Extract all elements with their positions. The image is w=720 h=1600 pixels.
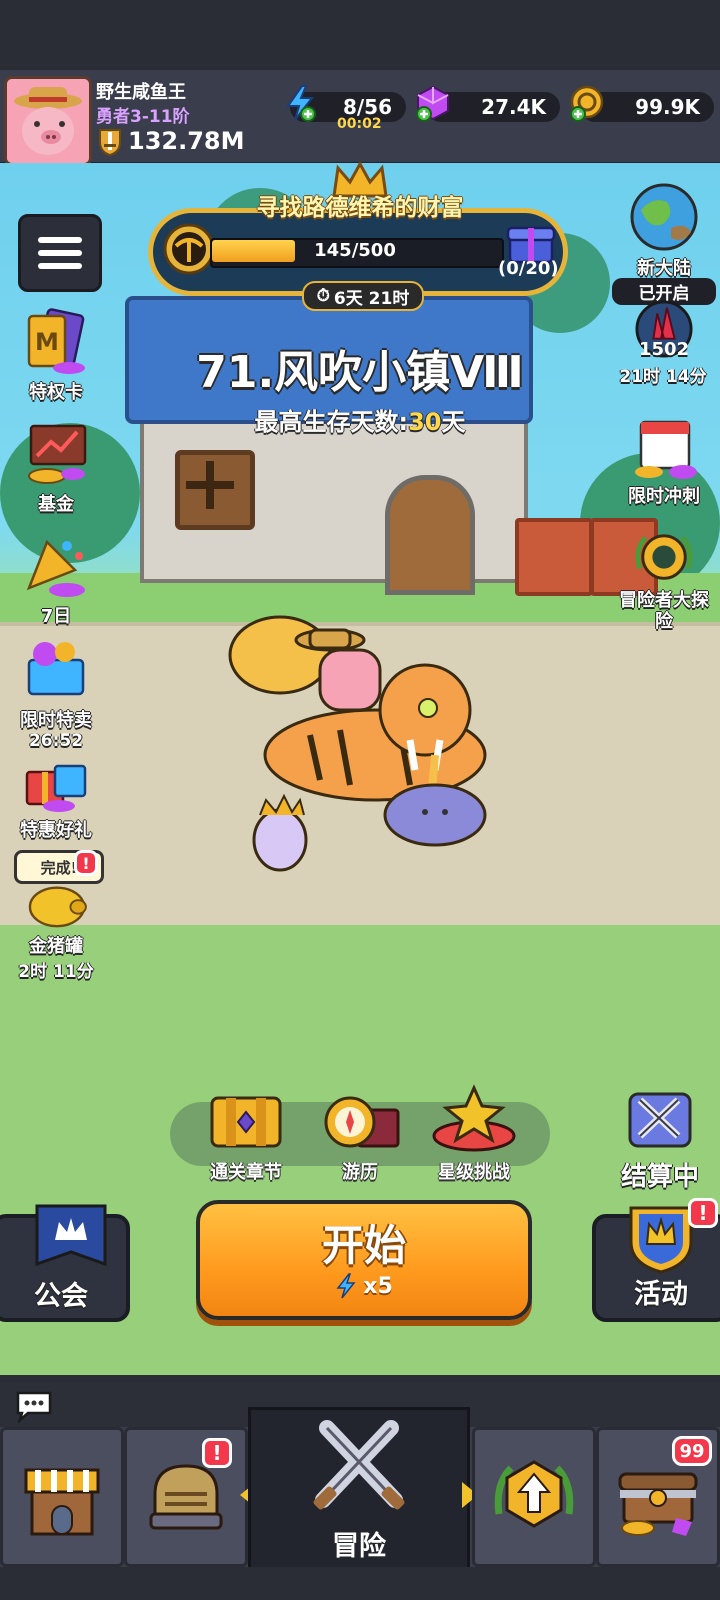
stopwatch-icon: ⏱ <box>316 286 330 306</box>
flash-sale-label: 限时特卖 <box>20 710 92 731</box>
alert-badge: ! <box>74 850 98 876</box>
player-name: 野生咸鱼王 <box>96 82 186 103</box>
adventurer-explore-label: 冒险者大探险 <box>619 590 709 632</box>
player-rank: 勇者3-11阶 <box>96 107 190 127</box>
chat-icon <box>16 1391 52 1423</box>
upgrade-arrow-icon <box>494 1460 574 1528</box>
treasure-chest-icon <box>210 1096 282 1148</box>
quest-timer: ⏱ 6天 21时 <box>302 281 424 311</box>
status-bar <box>0 0 720 70</box>
travel-button[interactable]: 游历 <box>310 1090 410 1184</box>
gems-value: 27.4K <box>481 95 546 119</box>
activity-alert-badge: ! <box>688 1198 718 1228</box>
energy-timer: 00:02 <box>337 116 382 132</box>
start-cost: x5 <box>200 1273 528 1299</box>
survive-label: 最高生存天数: <box>254 408 409 436</box>
fund-chart-icon <box>28 424 87 484</box>
limited-sprint-label: 限时冲刺 <box>628 486 700 507</box>
golden-piggy-button[interactable]: 金猪罐 2时 11分 <box>6 878 106 982</box>
shop-icon <box>24 1468 100 1536</box>
gold-value: 99.9K <box>635 95 700 119</box>
player-avatar[interactable] <box>4 76 92 166</box>
lightning-icon <box>336 1273 356 1299</box>
fund-button[interactable]: 基金 <box>6 420 106 515</box>
compass-wreath-icon <box>635 534 693 580</box>
flash-sale-icon <box>27 642 85 696</box>
crossed-swords-icon <box>628 1092 692 1148</box>
adventure-label: 冒险 <box>332 1531 386 1562</box>
privilege-card-button[interactable]: M 特权卡 <box>6 308 106 403</box>
treasure-count-badge: 99 <box>672 1436 712 1466</box>
quest-reward-count: (0/20) <box>498 258 559 279</box>
pig-avatar-icon <box>7 79 89 163</box>
new-continent-label: 新大陆 <box>637 258 691 279</box>
crossed-swords-icon <box>313 1420 405 1510</box>
pickaxe-icon <box>163 223 215 275</box>
settle-label: 结算中 <box>620 1162 699 1192</box>
max-survival-days: 最高生存天数:30天 <box>0 402 720 437</box>
quest-timer-value: 6天 21时 <box>333 288 410 309</box>
lightning-icon <box>286 85 316 122</box>
privilege-card-icon: M <box>27 308 85 374</box>
settle-button[interactable]: 结算中 <box>610 1088 710 1193</box>
travel-label: 游历 <box>342 1162 378 1183</box>
svg-text:M: M <box>35 328 59 356</box>
crystal-timer: 21时 14分 <box>619 367 707 387</box>
chapter-button[interactable]: 通关章节 <box>196 1090 296 1184</box>
system-nav-bar <box>0 1567 720 1600</box>
start-button[interactable]: 开始 x5 <box>196 1200 532 1320</box>
gold-coin-icon <box>570 85 604 122</box>
complete-bubble-text: 完成! <box>40 858 78 877</box>
nav-tab-upgrade[interactable] <box>472 1427 596 1567</box>
chapter-label: 通关章节 <box>210 1162 282 1183</box>
golden-piggy-label: 金猪罐 <box>29 936 83 957</box>
crystal-count: 1502 <box>638 339 690 360</box>
survive-value: 30 <box>408 408 442 436</box>
activity-label: 活动 <box>634 1279 688 1310</box>
equipment-alert-badge: ! <box>202 1438 232 1468</box>
gift-box-icon <box>25 764 87 812</box>
compass-map-icon <box>324 1096 400 1148</box>
start-label: 开始 <box>321 1221 406 1270</box>
star-trophy-icon <box>432 1084 516 1152</box>
treasure-chest-icon <box>618 1472 698 1536</box>
new-continent-button[interactable]: 新大陆 <box>614 180 714 279</box>
purple-gem-icon <box>416 85 449 122</box>
fund-label: 基金 <box>38 494 74 515</box>
quest-title: 寻找路德维希的财富 <box>256 195 464 221</box>
party-popper-icon <box>26 539 85 597</box>
house-window <box>175 450 255 530</box>
seven-day-label: 7日 <box>40 606 72 627</box>
globe-icon <box>630 183 698 251</box>
special-gift-label: 特惠好礼 <box>20 820 92 841</box>
adventurer-explore-button[interactable]: 冒险者大探险 <box>614 530 714 632</box>
special-gift-button[interactable]: 特惠好礼 <box>6 746 106 841</box>
power-value: 132.78M <box>128 127 245 155</box>
activity-button[interactable]: 活动 <box>592 1206 720 1322</box>
survive-unit: 天 <box>441 408 466 436</box>
house-door <box>385 475 475 595</box>
limited-sprint-button[interactable]: 限时冲刺 <box>614 416 714 507</box>
guild-banner-icon <box>35 1204 107 1267</box>
guild-button[interactable]: 公会 <box>0 1204 130 1322</box>
sword-shield-icon <box>99 129 121 156</box>
seven-day-button[interactable]: 7日 <box>6 532 106 627</box>
nav-tab-shop[interactable] <box>0 1427 124 1567</box>
calendar-icon <box>635 420 697 479</box>
nav-tab-adventure[interactable]: 冒险 <box>248 1407 470 1572</box>
quest-progress-text: 145/500 <box>314 240 396 261</box>
golden-piggy-timer: 2时 11分 <box>18 962 94 982</box>
star-challenge-label: 星级挑战 <box>438 1162 510 1183</box>
flash-sale-button[interactable]: 限时特卖 26:52 <box>6 636 106 751</box>
menu-icon <box>38 237 82 243</box>
hero-characters <box>228 615 487 872</box>
star-challenge-button[interactable]: 星级挑战 <box>424 1084 524 1184</box>
crate <box>515 518 593 596</box>
menu-button[interactable] <box>18 214 102 292</box>
guild-label: 公会 <box>34 1281 88 1312</box>
player-power: 132.78M <box>96 126 245 156</box>
start-cost-value: x5 <box>363 1273 393 1299</box>
golden-pig-icon <box>28 886 87 928</box>
privilege-card-label: 特权卡 <box>29 382 83 403</box>
